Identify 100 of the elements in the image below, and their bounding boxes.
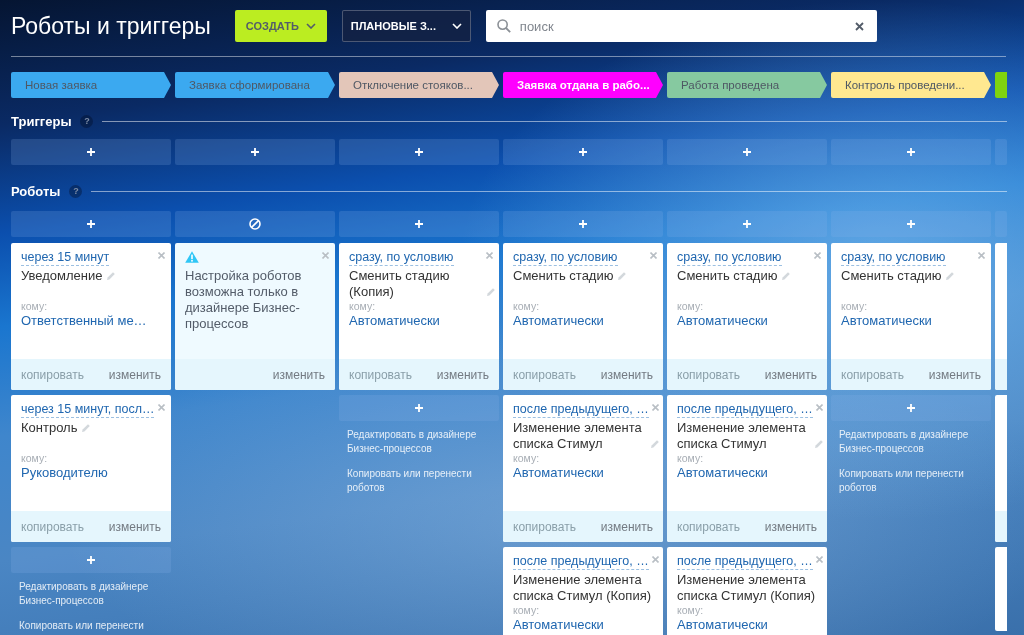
edit-link[interactable]: изменить	[928, 367, 981, 382]
pencil-icon[interactable]	[486, 287, 496, 297]
condition-link[interactable]: через 15 минут, посл…	[21, 401, 155, 418]
section-title: Роботы	[11, 183, 61, 199]
add-robot-button[interactable]	[11, 211, 171, 237]
add-robot-button[interactable]	[667, 211, 827, 237]
recipient-label: кому:	[677, 300, 704, 313]
recipient-link[interactable]: Автоматически	[677, 313, 768, 329]
recipient-link[interactable]: Автоматически	[841, 313, 932, 329]
plus-icon	[87, 148, 95, 156]
stage-header: Контроль проведени...	[831, 72, 991, 98]
copy-move-link[interactable]: Копировать или перенести роботов	[347, 467, 487, 495]
recipient-link[interactable]: Автоматически	[513, 617, 604, 633]
add-trigger-button[interactable]	[831, 139, 991, 165]
designer-link[interactable]: Редактировать в дизайнере Бизнес-процессов	[19, 580, 159, 608]
add-trigger-button[interactable]	[339, 139, 499, 165]
stage-header: Отключение стояков...	[339, 72, 499, 98]
plus-icon	[579, 148, 587, 156]
condition-link[interactable]: после предыдущего, …	[677, 553, 813, 570]
condition-link[interactable]: после предыдущего, …	[513, 553, 649, 570]
create-button[interactable]: СОЗДАТЬ	[234, 10, 327, 42]
close-icon[interactable]	[854, 22, 864, 31]
condition-link[interactable]: сразу, по условию	[513, 249, 618, 266]
recipient-label: кому:	[677, 604, 704, 617]
pencil-icon[interactable]	[81, 423, 92, 433]
condition-link[interactable]: сразу, по условию	[841, 249, 946, 266]
add-trigger-button[interactable]	[175, 139, 335, 165]
edit-link[interactable]: изменить	[272, 367, 325, 382]
stage-header: Заявка отдана в рабо...	[503, 72, 663, 98]
copy-move-link[interactable]: Копировать или перенести роботов	[839, 467, 979, 495]
pencil-icon[interactable]	[617, 271, 628, 281]
designer-link[interactable]: Редактировать в дизайнере Бизнес-процессов	[839, 428, 979, 456]
section-title: Триггеры	[11, 113, 72, 129]
plus-icon	[743, 148, 751, 156]
edit-link[interactable]: изменить	[436, 367, 489, 382]
plus-icon	[415, 148, 423, 156]
plus-icon	[251, 148, 259, 156]
recipient-label: кому:	[513, 452, 540, 465]
pencil-icon[interactable]	[106, 271, 117, 281]
pencil-icon[interactable]	[945, 271, 956, 281]
stage-header: Заявка сформирована	[175, 72, 335, 98]
recipient-link[interactable]: Автоматически	[349, 313, 440, 329]
recipient-link[interactable]: Автоматически	[677, 465, 768, 481]
recipient-link[interactable]: Ответственный ме…	[21, 313, 147, 329]
recipient-label: кому:	[21, 300, 48, 313]
condition-link[interactable]: через 15 минут	[21, 249, 110, 266]
robot-name: Изменение элемента списка Стимул	[513, 420, 643, 452]
add-robot-button[interactable]	[11, 547, 171, 573]
add-robot-button[interactable]	[339, 211, 499, 237]
plan-dropdown[interactable]: ПЛАНОВЫЕ З...	[341, 10, 471, 42]
search-icon	[496, 19, 511, 33]
recipient-label: кому:	[513, 300, 540, 313]
recipient-label: кому:	[349, 300, 376, 313]
copy-move-link[interactable]: Копировать или перенести	[19, 619, 144, 633]
stage-header: Работа проведена	[667, 72, 827, 98]
help-icon[interactable]: ?	[69, 184, 83, 198]
robot-name: Сменить стадию	[513, 268, 614, 284]
help-icon[interactable]: ?	[80, 114, 94, 128]
robot-name: Сменить стадию	[841, 268, 942, 284]
search-field[interactable]: поиск	[485, 10, 877, 42]
robot-name: Изменение элемента списка Стимул (Копия)	[513, 572, 653, 604]
edit-link[interactable]: изменить	[600, 519, 653, 534]
edit-link[interactable]: изменить	[108, 519, 161, 534]
recipient-label: кому:	[21, 452, 48, 465]
add-robot-button[interactable]	[831, 395, 991, 421]
condition-link[interactable]: после предыдущего, …	[677, 401, 813, 418]
pencil-icon[interactable]	[781, 271, 792, 281]
add-trigger-button[interactable]	[503, 139, 663, 165]
pencil-icon[interactable]	[650, 439, 660, 449]
edit-link[interactable]: изменить	[764, 367, 817, 382]
chevron-down-icon	[451, 23, 462, 29]
robot-name: Контроль	[21, 420, 78, 436]
condition-link[interactable]: после предыдущего, …	[513, 401, 649, 418]
condition-link[interactable]: сразу, по условию	[349, 249, 454, 266]
recipient-link[interactable]: Автоматически	[677, 617, 768, 633]
add-robot-button[interactable]	[339, 395, 499, 421]
robot-name: Сменить стадию (Копия)	[349, 268, 451, 300]
recipient-link[interactable]: Автоматически	[513, 313, 604, 329]
chevron-down-icon	[305, 23, 316, 29]
add-trigger-button[interactable]	[995, 139, 1007, 165]
pencil-icon[interactable]	[814, 439, 824, 449]
plus-icon	[87, 556, 95, 564]
robot-name: Изменение элемента списка Стимул	[677, 420, 807, 452]
add-trigger-button[interactable]	[667, 139, 827, 165]
edit-link[interactable]: изменить	[764, 519, 817, 534]
add-robot-button[interactable]	[503, 211, 663, 237]
designer-link[interactable]: Редактировать в дизайнере Бизнес-процессов	[347, 428, 487, 456]
add-robot-button[interactable]	[831, 211, 991, 237]
condition-link[interactable]: сразу, по условию	[677, 249, 782, 266]
stage-header: Новая заявка	[11, 72, 171, 98]
plus-icon	[907, 148, 915, 156]
edit-link[interactable]: изменить	[600, 367, 653, 382]
add-trigger-button[interactable]	[11, 139, 171, 165]
edit-link[interactable]: изменить	[108, 367, 161, 382]
card-footer	[995, 511, 1007, 542]
page-title: Роботы и триггеры	[11, 12, 211, 41]
recipient-link[interactable]: Автоматически	[513, 465, 604, 481]
warning-icon	[185, 251, 199, 263]
recipient-link[interactable]: Руководителю	[21, 465, 108, 481]
recipient-label: кому:	[841, 300, 868, 313]
